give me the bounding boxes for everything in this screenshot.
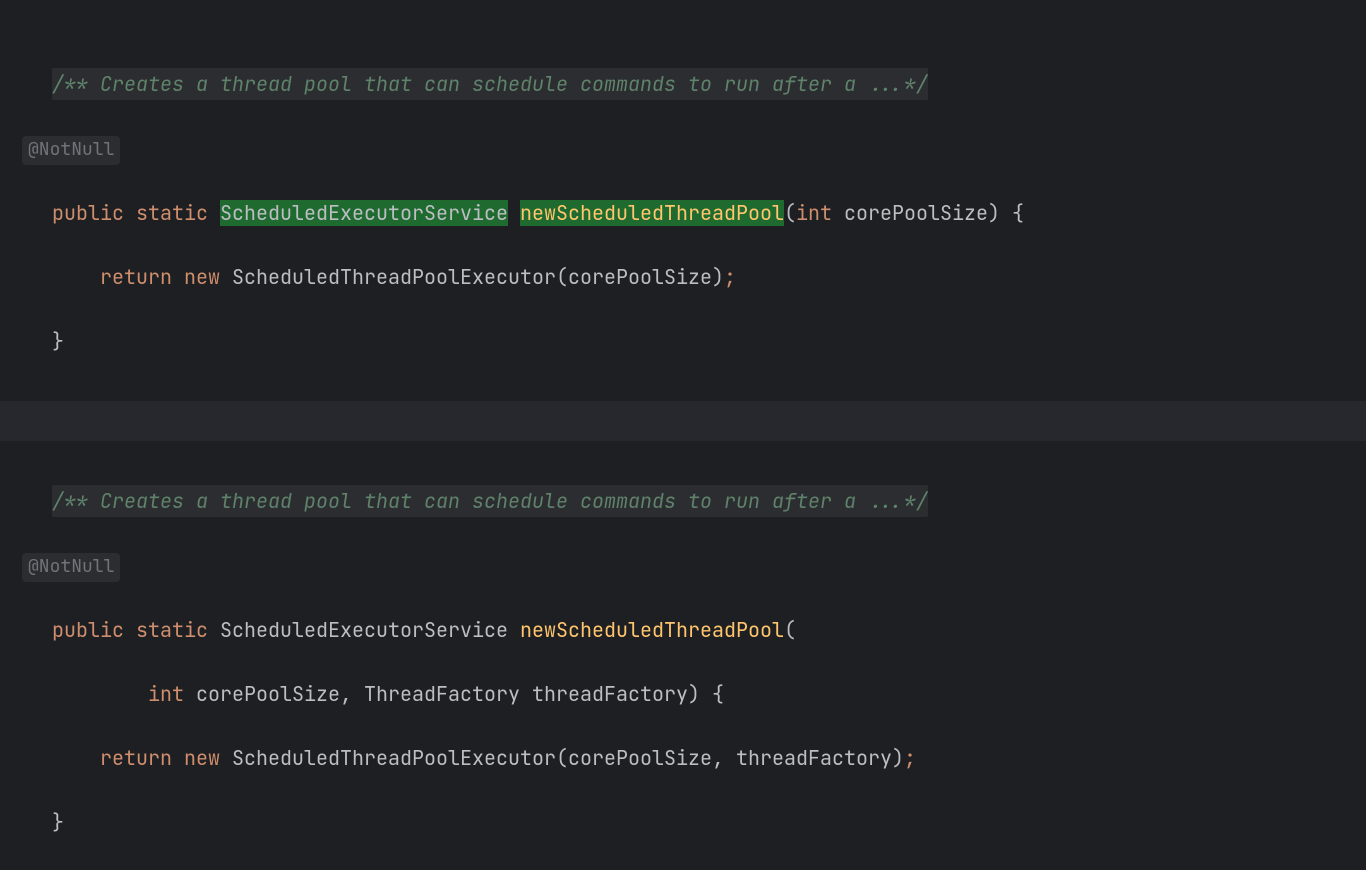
method-name-highlighted: newScheduledThreadPool [520,200,784,226]
method-separator [0,401,1366,441]
folded-javadoc[interactable]: /** Creates a thread pool that can sched… [52,68,928,100]
constructor-name: ScheduledThreadPoolExecutor [232,264,556,290]
open-paren: ( [784,617,796,643]
close-brace-line: } [52,806,1366,838]
method-signature-line-2: int corePoolSize, ThreadFactory threadFa… [52,678,1366,710]
keyword-static: static [136,200,208,226]
keyword-static: static [136,617,208,643]
method-body-line: return new ScheduledThreadPoolExecutor(c… [52,261,1366,293]
method-signature-line: public static ScheduledExecutorService n… [52,197,1366,229]
open-paren: ( [556,264,568,290]
annotation-line: @NotNull [52,132,1366,165]
annotation-inlay[interactable]: @NotNull [22,553,120,582]
method-body-line: return new ScheduledThreadPoolExecutor(c… [52,742,1366,774]
comma: , [712,745,724,771]
code-editor[interactable]: /** Creates a thread pool that can sched… [0,4,1366,389]
arg-name-1: corePoolSize [568,745,712,771]
param-name-2: threadFactory [532,681,688,707]
folded-javadoc[interactable]: /** Creates a thread pool that can sched… [52,485,928,517]
keyword-new: new [184,745,220,771]
close-brace: } [52,328,64,354]
arg-name-2: threadFactory [736,745,892,771]
semicolon: ; [724,264,736,290]
open-paren: ( [556,745,568,771]
close-brace-line: } [52,325,1366,357]
javadoc-line: /** Creates a thread pool that can sched… [52,485,1366,517]
keyword-return: return [100,264,172,290]
comma: , [340,681,352,707]
arg-name: corePoolSize [568,264,712,290]
return-type-highlighted: ScheduledExecutorService [220,200,508,226]
return-type: ScheduledExecutorService [220,617,508,643]
annotation-line: @NotNull [52,549,1366,582]
open-paren: ( [784,200,796,226]
param-name: corePoolSize [844,200,988,226]
keyword-return: return [100,745,172,771]
javadoc-line: /** Creates a thread pool that can sched… [52,68,1366,100]
keyword-public: public [52,617,124,643]
close-paren: ) [712,264,724,290]
semicolon: ; [904,745,916,771]
param-type-int: int [148,681,184,707]
close-paren: ) [988,200,1000,226]
param-type-threadfactory: ThreadFactory [364,681,520,707]
code-editor[interactable]: /** Creates a thread pool that can sched… [0,453,1366,870]
open-brace: { [712,681,724,707]
keyword-new: new [184,264,220,290]
close-paren: ) [892,745,904,771]
param-type-int: int [796,200,832,226]
open-brace: { [1012,200,1024,226]
annotation-inlay[interactable]: @NotNull [22,136,120,165]
param-name-1: corePoolSize [196,681,340,707]
method-signature-line-1: public static ScheduledExecutorService n… [52,614,1366,646]
close-brace: } [52,809,64,835]
close-paren: ) [688,681,700,707]
method-name: newScheduledThreadPool [520,617,784,643]
keyword-public: public [52,200,124,226]
constructor-name: ScheduledThreadPoolExecutor [232,745,556,771]
